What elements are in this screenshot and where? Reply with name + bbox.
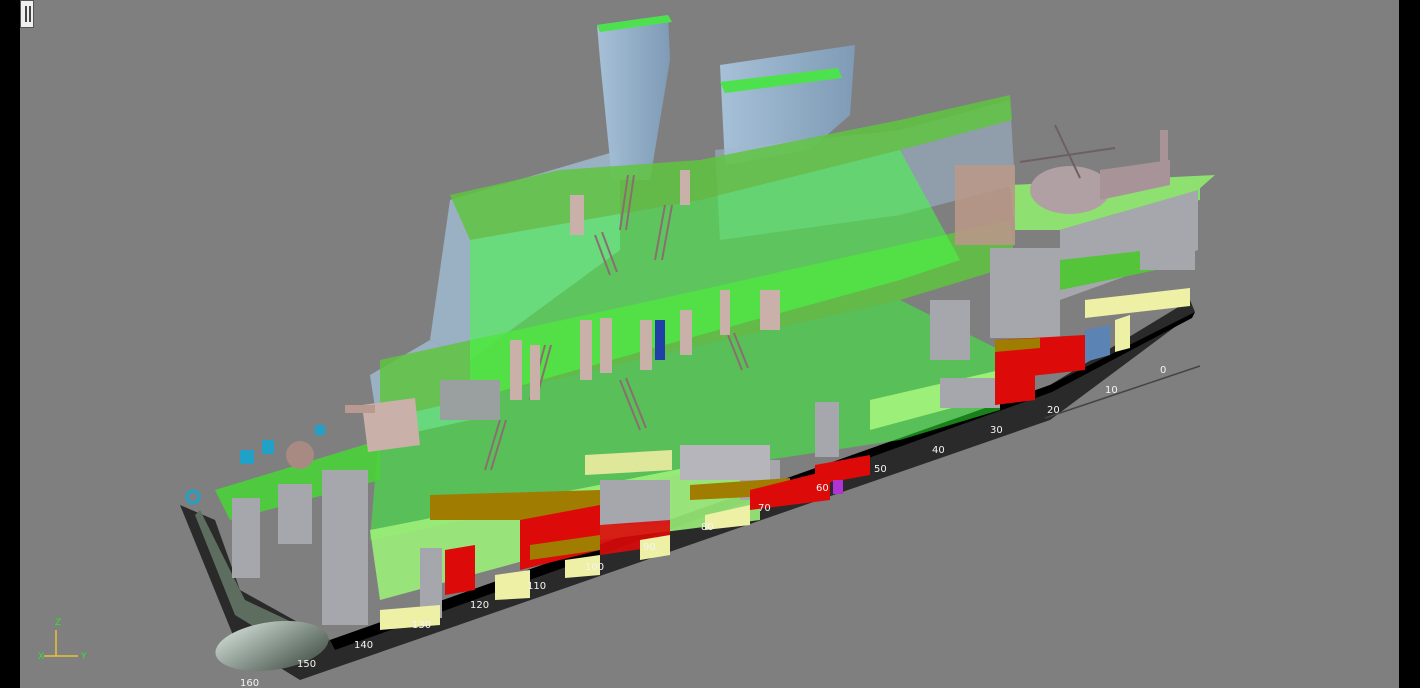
- frame-label-130: 130: [412, 620, 431, 631]
- frame-label-10: 10: [1105, 385, 1118, 396]
- viewport: 0 10 20 30 40 50 60 70 80 90 100 110 120…: [0, 0, 1420, 688]
- axis-triad: Z X Y: [38, 618, 87, 662]
- axis-y-label: Y: [80, 652, 87, 662]
- ship-model[interactable]: 0 10 20 30 40 50 60 70 80 90 100 110 120…: [0, 0, 1420, 688]
- frame-label-80: 80: [701, 522, 714, 533]
- frame-label-160: 160: [240, 678, 259, 688]
- frame-label-30: 30: [990, 425, 1003, 436]
- frame-label-20: 20: [1047, 405, 1060, 416]
- frame-label-90: 90: [643, 542, 656, 553]
- frame-label-50: 50: [874, 464, 887, 475]
- view-handle[interactable]: [20, 0, 34, 28]
- frame-label-100: 100: [585, 562, 604, 573]
- blue-cabinet: [655, 320, 665, 360]
- frame-label-40: 40: [932, 445, 945, 456]
- frame-label-120: 120: [470, 600, 489, 611]
- frame-label-70: 70: [758, 503, 771, 514]
- axis-x-label: X: [38, 652, 44, 662]
- frame-label-140: 140: [354, 640, 373, 651]
- frame-label-60: 60: [816, 483, 829, 494]
- frame-label-0: 0: [1160, 365, 1166, 376]
- axis-z-label: Z: [55, 618, 61, 628]
- frame-label-110: 110: [527, 581, 546, 592]
- frame-label-150: 150: [297, 659, 316, 670]
